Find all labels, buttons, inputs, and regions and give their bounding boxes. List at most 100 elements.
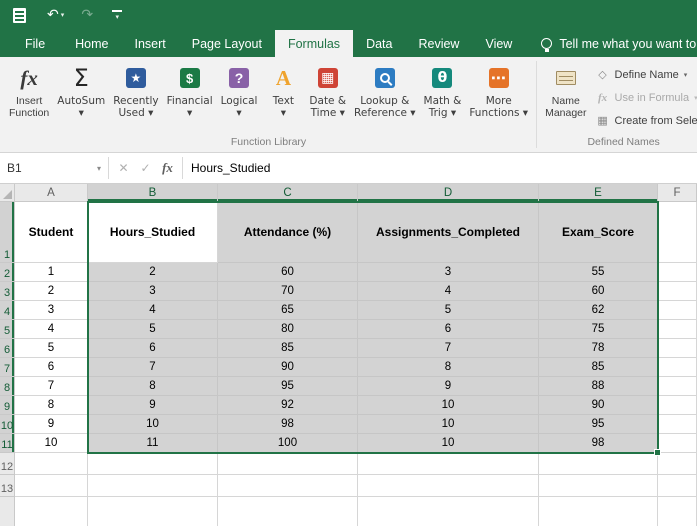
cell-B10[interactable]: 10 [88,415,218,434]
cell-D8[interactable]: 9 [358,377,539,396]
cell-D-partial[interactable] [358,497,539,526]
cell-B11[interactable]: 11 [88,434,218,453]
redo-button[interactable]: ↷ [75,3,99,27]
row-header-2[interactable]: 2 [0,263,15,282]
cell-C10[interactable]: 98 [218,415,358,434]
column-header-F[interactable]: F [658,184,697,202]
column-header-B[interactable]: B [88,184,218,202]
cell-F3[interactable] [658,282,697,301]
tell-me-box[interactable]: Tell me what you want to d [541,30,697,57]
cell-D13[interactable] [358,475,539,497]
recently-used-button[interactable]: ★ RecentlyUsed ▾ [109,60,162,135]
cell-F6[interactable] [658,339,697,358]
cell-F10[interactable] [658,415,697,434]
cell-E7[interactable]: 85 [539,358,658,377]
cell-A9[interactable]: 8 [15,396,88,415]
cell-B2[interactable]: 2 [88,263,218,282]
cell-E8[interactable]: 88 [539,377,658,396]
enter-button[interactable]: ✓ [136,161,155,175]
lookup-reference-button[interactable]: Lookup &Reference ▾ [350,60,419,135]
name-box[interactable]: B1 ▾ [0,153,108,183]
cell-D6[interactable]: 7 [358,339,539,358]
cell-C6[interactable]: 85 [218,339,358,358]
cell-A8[interactable]: 7 [15,377,88,396]
cell-E5[interactable]: 75 [539,320,658,339]
text-button[interactable]: A Text▾ [261,60,305,135]
column-header-C[interactable]: C [218,184,358,202]
row-header-1[interactable]: 1 [0,202,15,263]
cell-F4[interactable] [658,301,697,320]
cell-F9[interactable] [658,396,697,415]
tab-view[interactable]: View [472,30,525,57]
row-header-4[interactable]: 4 [0,301,15,320]
undo-button[interactable]: ↶ ▾ [42,3,69,27]
tab-data[interactable]: Data [353,30,405,57]
cell-B8[interactable]: 8 [88,377,218,396]
tab-formulas[interactable]: Formulas [275,30,353,57]
cell-B4[interactable]: 4 [88,301,218,320]
cell-A12[interactable] [15,453,88,475]
row-header-8[interactable]: 8 [0,377,15,396]
cell-E9[interactable]: 90 [539,396,658,415]
more-functions-button[interactable]: ⋯ MoreFunctions ▾ [465,60,532,135]
define-name-button[interactable]: ◇ Define Name ▾ [593,65,697,84]
cell-D12[interactable] [358,453,539,475]
cell-D7[interactable]: 8 [358,358,539,377]
cell-A4[interactable]: 3 [15,301,88,320]
cell-C-partial[interactable] [218,497,358,526]
tab-page-layout[interactable]: Page Layout [179,30,275,57]
cell-D5[interactable]: 6 [358,320,539,339]
tab-insert[interactable]: Insert [122,30,179,57]
cell-C1[interactable]: Attendance (%) [218,202,358,263]
cell-A-partial[interactable] [15,497,88,526]
excel-app-icon[interactable] [8,4,30,26]
cell-E11[interactable]: 98 [539,434,658,453]
math-trig-button[interactable]: θ Math &Trig ▾ [420,60,466,135]
cell-A3[interactable]: 2 [15,282,88,301]
tab-home[interactable]: Home [62,30,121,57]
cell-E4[interactable]: 62 [539,301,658,320]
create-from-selection-button[interactable]: ▦ Create from Selec [593,111,697,130]
row-header-6[interactable]: 6 [0,339,15,358]
cell-A13[interactable] [15,475,88,497]
selection-fill-handle[interactable] [654,449,661,456]
column-header-D[interactable]: D [358,184,539,202]
row-header-12[interactable]: 12 [0,453,15,475]
use-in-formula-button[interactable]: fx Use in Formula ▾ [593,88,697,107]
name-manager-button[interactable]: NameManager [541,60,590,135]
cell-F11[interactable] [658,434,697,453]
cell-C8[interactable]: 95 [218,377,358,396]
cell-B-partial[interactable] [88,497,218,526]
cell-B3[interactable]: 3 [88,282,218,301]
cell-E6[interactable]: 78 [539,339,658,358]
cell-E12[interactable] [539,453,658,475]
tab-review[interactable]: Review [405,30,472,57]
insert-function-fx-button[interactable]: fx [158,160,177,176]
cell-E1[interactable]: Exam_Score [539,202,658,263]
cell-A1[interactable]: Student [15,202,88,263]
cell-A5[interactable]: 4 [15,320,88,339]
row-header-9[interactable]: 9 [0,396,15,415]
select-all-corner[interactable] [0,184,15,202]
cell-C7[interactable]: 90 [218,358,358,377]
row-header-3[interactable]: 3 [0,282,15,301]
customize-quick-access-button[interactable]: ▾ [105,3,129,27]
cell-B9[interactable]: 9 [88,396,218,415]
cancel-button[interactable]: ✕ [114,161,133,175]
cell-D4[interactable]: 5 [358,301,539,320]
cell-C2[interactable]: 60 [218,263,358,282]
cell-B7[interactable]: 7 [88,358,218,377]
cell-B6[interactable]: 6 [88,339,218,358]
tab-file[interactable]: File [8,30,62,57]
cell-C9[interactable]: 92 [218,396,358,415]
cell-E13[interactable] [539,475,658,497]
cell-C11[interactable]: 100 [218,434,358,453]
cell-F5[interactable] [658,320,697,339]
autosum-button[interactable]: Σ AutoSum▾ [53,60,109,135]
column-header-A[interactable]: A [15,184,88,202]
row-header-13[interactable]: 13 [0,475,15,497]
cell-A2[interactable]: 1 [15,263,88,282]
cell-E2[interactable]: 55 [539,263,658,282]
column-header-E[interactable]: E [539,184,658,202]
cell-C4[interactable]: 65 [218,301,358,320]
